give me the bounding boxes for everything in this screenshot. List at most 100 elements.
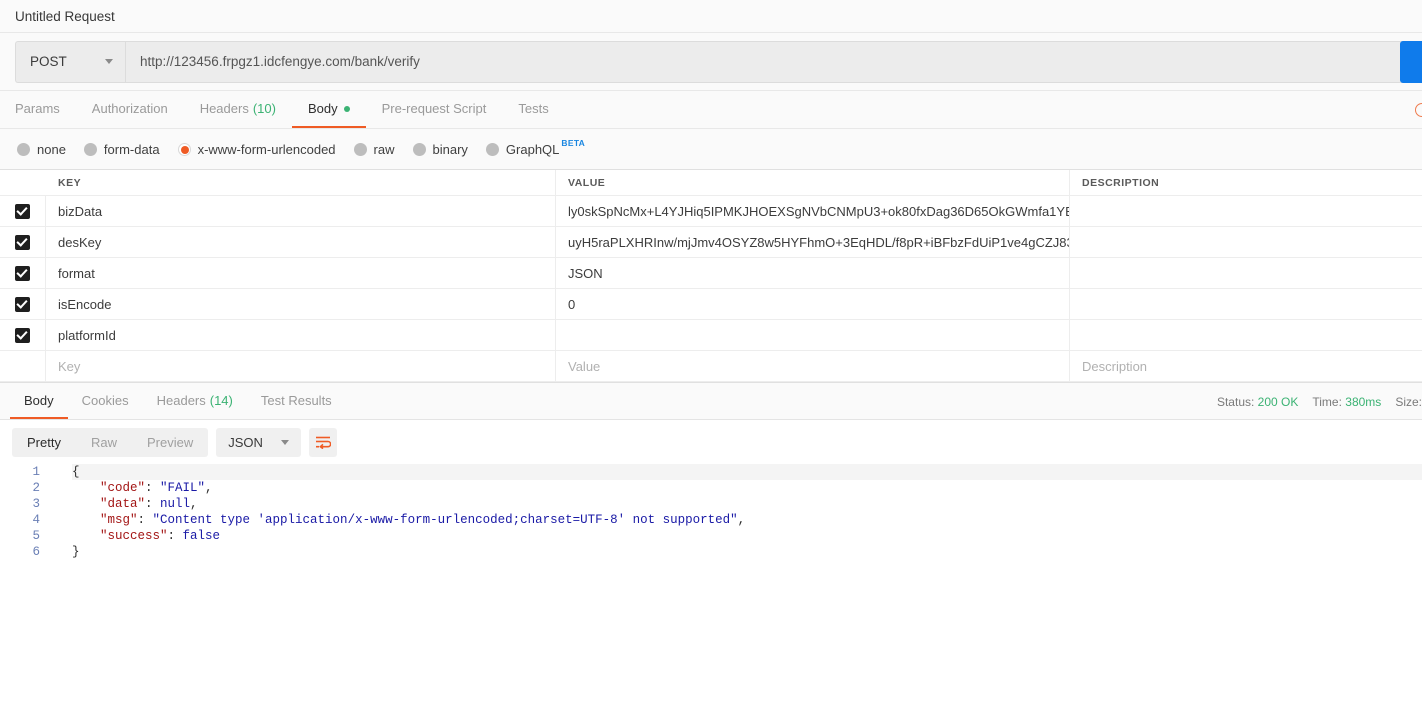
json-key: "success" xyxy=(100,529,168,543)
tab-authorization[interactable]: Authorization xyxy=(76,91,184,128)
code-line: "msg": "Content type 'application/x-www-… xyxy=(72,512,1422,528)
checkbox-checked-icon[interactable] xyxy=(15,265,30,281)
line-number: 3 xyxy=(32,497,40,511)
json-colon: : xyxy=(145,481,161,495)
tab-headers[interactable]: Headers (10) xyxy=(184,91,292,128)
table-row: bizData ly0skSpNcMx+L4YJHiq5IPMKJHOEXSgN… xyxy=(0,196,1422,227)
word-wrap-button[interactable] xyxy=(308,427,337,457)
row-checkbox-cell xyxy=(0,289,46,319)
time-group: Time: 380ms xyxy=(1312,395,1381,409)
json-key: "msg" xyxy=(100,513,138,527)
row-value[interactable]: JSON xyxy=(556,258,1070,288)
row-key[interactable]: platformId xyxy=(46,320,556,350)
row-value[interactable]: 0 xyxy=(556,289,1070,319)
http-method-dropdown[interactable]: POST xyxy=(15,40,125,83)
beta-badge: BETA xyxy=(561,137,586,148)
table-header-row: KEY VALUE DESCRIPTION xyxy=(0,170,1422,196)
table-row: format JSON xyxy=(0,258,1422,289)
body-type-raw[interactable]: raw xyxy=(353,142,395,157)
request-title: Untitled Request xyxy=(15,8,115,24)
tab-label: Body xyxy=(307,101,338,116)
response-format-dropdown[interactable]: JSON xyxy=(216,427,301,457)
json-brace: } xyxy=(72,545,80,559)
line-number: 2 xyxy=(32,481,40,495)
body-type-label: binary xyxy=(432,141,468,157)
new-description-input[interactable]: Description xyxy=(1070,351,1422,381)
response-tabs: Body Cookies Headers (14) Test Results S… xyxy=(0,383,1422,420)
tab-count: (14) xyxy=(209,392,233,408)
tab-pre-request-script[interactable]: Pre-request Script xyxy=(366,91,503,128)
cookies-indicator-icon[interactable] xyxy=(1415,103,1422,117)
response-body-editor[interactable]: 1 2 3 4 5 6 { "code": "FAIL", "data": nu… xyxy=(0,464,1422,560)
header-key: KEY xyxy=(46,170,556,195)
radio-icon xyxy=(353,142,367,156)
body-type-selector: none form-data x-www-form-urlencoded raw… xyxy=(0,129,1422,170)
time-label: Time: xyxy=(1312,394,1342,409)
body-type-form-data[interactable]: form-data xyxy=(83,142,160,157)
json-colon: : xyxy=(137,513,153,527)
line-number: 5 xyxy=(32,529,40,543)
view-mode-raw[interactable]: Raw xyxy=(76,428,132,457)
json-key: "data" xyxy=(100,497,146,511)
body-type-none[interactable]: none xyxy=(17,142,66,157)
checkbox-checked-icon[interactable] xyxy=(15,327,30,343)
tab-label: Params xyxy=(15,101,60,116)
row-key[interactable]: format xyxy=(46,258,556,288)
json-comma: , xyxy=(190,497,198,511)
tab-body[interactable]: Body xyxy=(291,91,366,128)
json-value: false xyxy=(182,529,221,543)
checkbox-checked-icon[interactable] xyxy=(15,296,30,312)
tab-label: Cookies xyxy=(81,392,129,408)
row-key[interactable]: desKey xyxy=(46,227,556,257)
new-value-input[interactable]: Value xyxy=(556,351,1070,381)
status-value: 200 OK xyxy=(1257,394,1299,409)
row-value[interactable] xyxy=(556,320,1070,350)
line-number: 6 xyxy=(32,545,40,559)
tab-tests[interactable]: Tests xyxy=(502,91,564,128)
response-toolbar: Pretty Raw Preview JSON xyxy=(0,420,1422,464)
row-value[interactable]: ly0skSpNcMx+L4YJHiq5IPMKJHOEXSgNVbCNMpU3… xyxy=(556,196,1070,226)
tab-params[interactable]: Params xyxy=(15,91,76,128)
response-tab-headers[interactable]: Headers (14) xyxy=(143,383,247,419)
body-type-label: GraphQL xyxy=(505,141,560,157)
response-tab-cookies[interactable]: Cookies xyxy=(68,383,143,419)
send-button[interactable]: S xyxy=(1400,41,1422,83)
tab-label: Headers xyxy=(199,101,249,116)
checkbox-checked-icon[interactable] xyxy=(15,234,30,250)
new-key-input[interactable]: Key xyxy=(46,351,556,381)
row-checkbox-cell xyxy=(0,227,46,257)
tab-label: Tests xyxy=(518,101,549,116)
row-description[interactable] xyxy=(1070,289,1422,319)
body-type-x-www-form-urlencoded[interactable]: x-www-form-urlencoded xyxy=(177,142,336,157)
code-line: "success": false xyxy=(72,528,1422,544)
body-type-binary[interactable]: binary xyxy=(412,141,468,157)
row-description[interactable] xyxy=(1070,258,1422,288)
chevron-down-icon xyxy=(280,439,289,445)
row-description[interactable] xyxy=(1070,227,1422,257)
url-input[interactable]: http://123456.frpgz1.idcfengye.com/bank/… xyxy=(125,40,1422,83)
json-key: "code" xyxy=(100,481,146,495)
view-mode-pretty[interactable]: Pretty xyxy=(12,428,76,457)
response-meta: Status: 200 OK Time: 380ms Size: xyxy=(1217,383,1422,420)
body-type-graphql[interactable]: GraphQL BETA xyxy=(485,138,585,157)
row-key[interactable]: isEncode xyxy=(46,289,556,319)
status-label: Status: xyxy=(1216,394,1255,409)
row-description[interactable] xyxy=(1070,320,1422,350)
view-mode-preview[interactable]: Preview xyxy=(132,428,208,457)
word-wrap-icon xyxy=(315,436,331,449)
response-format-label: JSON xyxy=(228,434,263,450)
code-line: { xyxy=(72,464,1422,480)
json-value: null xyxy=(160,497,191,511)
json-colon: : xyxy=(167,529,183,543)
time-value: 380ms xyxy=(1345,394,1382,409)
response-tab-body[interactable]: Body xyxy=(10,383,68,419)
radio-icon xyxy=(83,142,97,156)
row-key[interactable]: bizData xyxy=(46,196,556,226)
response-tab-test-results[interactable]: Test Results xyxy=(247,383,346,419)
row-value[interactable]: uyH5raPLXHRInw/mjJmv4OSYZ8w5HYFhmO+3EqHD… xyxy=(556,227,1070,257)
placeholder-checkbox-cell xyxy=(0,351,46,381)
row-description[interactable] xyxy=(1070,196,1422,226)
json-code-content[interactable]: { "code": "FAIL", "data": null, "msg": "… xyxy=(50,464,1422,560)
checkbox-checked-icon[interactable] xyxy=(15,203,30,219)
table-row: platformId xyxy=(0,320,1422,351)
